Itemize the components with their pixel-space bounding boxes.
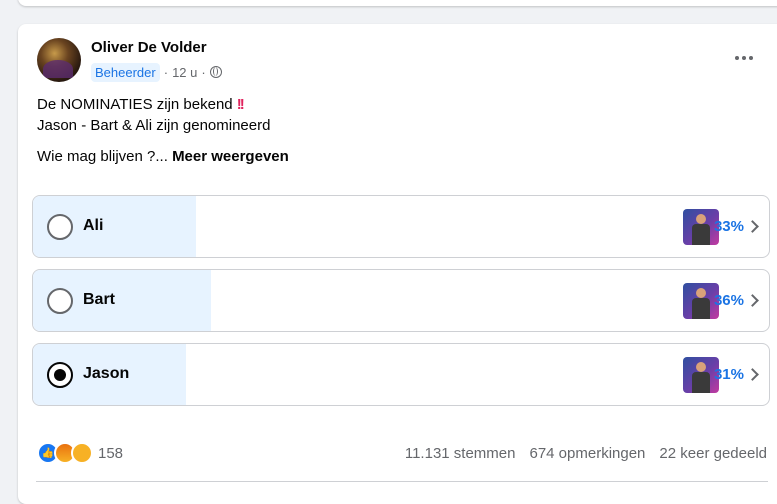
post-text-line1: De NOMINATIES zijn bekend — [37, 96, 233, 113]
poll-option-label: Bart — [83, 291, 116, 308]
post-stats: 11.131 stemmen 674 opmerkingen 22 keer g… — [405, 445, 767, 462]
poll-percent-text: 36% — [713, 292, 744, 309]
previous-post-card — [18, 0, 777, 6]
author-avatar[interactable] — [37, 38, 81, 82]
sad-icon — [71, 442, 93, 464]
poll-option-label: Jason — [83, 365, 130, 382]
see-more-link[interactable]: Meer weergeven — [172, 148, 289, 165]
poll-option-ali[interactable]: Ali 33% — [32, 195, 770, 258]
poll-percent-text: 31% — [713, 366, 744, 383]
reaction-count[interactable]: 158 — [98, 445, 123, 462]
votes-count[interactable]: 11.131 stemmen — [405, 445, 516, 462]
poll-option-percent[interactable]: 33% — [713, 218, 759, 235]
post-text: De NOMINATIES zijn bekend !! Jason - Bar… — [37, 94, 289, 167]
post-footer: 👍 158 11.131 stemmen 674 opmerkingen 22 … — [37, 442, 767, 464]
poll-option-bart[interactable]: Bart 36% — [32, 269, 770, 332]
poll-option-label: Ali — [83, 217, 104, 234]
dot-icon — [742, 56, 746, 60]
dot-icon — [735, 56, 739, 60]
more-options-button[interactable] — [726, 44, 762, 72]
reactions-summary[interactable]: 👍 — [37, 442, 93, 464]
shares-count[interactable]: 22 keer gedeeld — [659, 445, 767, 462]
radio-button[interactable] — [47, 362, 73, 388]
double-exclamation-icon: !! — [236, 96, 245, 113]
meta-separator: · — [163, 64, 169, 80]
chevron-right-icon — [746, 368, 759, 381]
dot-icon — [749, 56, 753, 60]
comments-count[interactable]: 674 opmerkingen — [529, 445, 645, 462]
chevron-right-icon — [746, 294, 759, 307]
meta-separator-2: · — [201, 64, 206, 80]
poll-option-percent[interactable]: 31% — [713, 366, 759, 383]
radio-button[interactable] — [47, 214, 73, 240]
footer-divider — [36, 481, 768, 482]
author-name[interactable]: Oliver De Volder — [91, 39, 207, 56]
radio-button[interactable] — [47, 288, 73, 314]
post-text-line2: Jason - Bart & Ali zijn genomineerd — [37, 117, 271, 134]
admin-badge[interactable]: Beheerder — [91, 62, 160, 82]
post-text-line3: Wie mag blijven ?... — [37, 148, 168, 165]
chevron-right-icon — [746, 220, 759, 233]
post-time[interactable]: 12 u — [172, 65, 197, 80]
post-card: Oliver De Volder Beheerder · 12 u · De N… — [18, 24, 777, 504]
poll-percent-text: 33% — [713, 218, 744, 235]
poll-option-jason[interactable]: Jason 31% — [32, 343, 770, 406]
poll-option-percent[interactable]: 36% — [713, 292, 759, 309]
post-meta: Beheerder · 12 u · — [91, 61, 222, 83]
globe-icon[interactable] — [209, 66, 222, 78]
